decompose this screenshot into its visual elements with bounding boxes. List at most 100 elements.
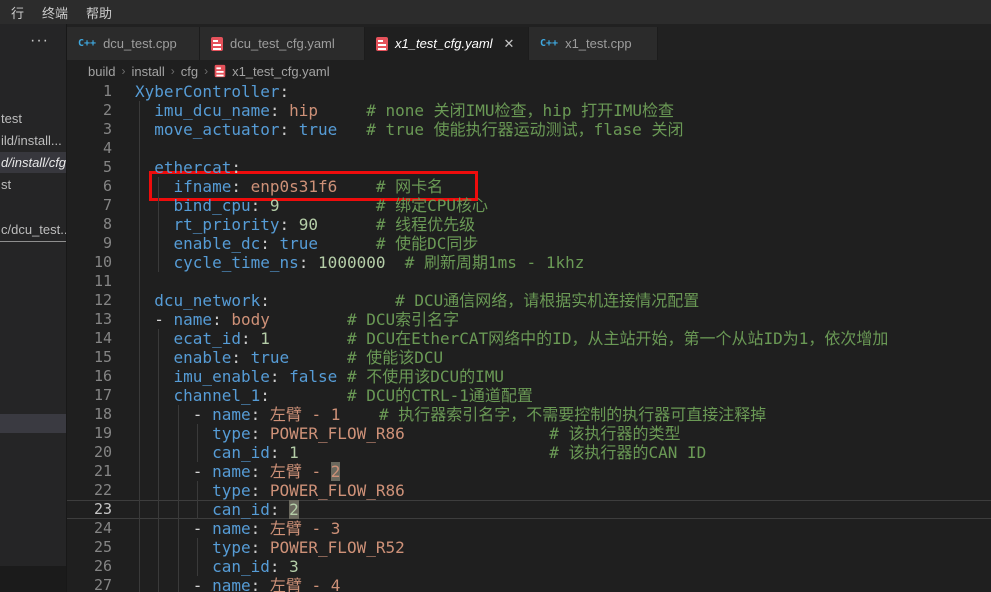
code-line[interactable]: 20 can_id: 1 # 该执行器的CAN ID xyxy=(67,443,991,462)
breadcrumb-item-cfg[interactable]: cfg xyxy=(181,64,198,79)
code-line[interactable]: 18 - name: 左臂 - 1 # 执行器索引名字，不需要控制的执行器可直接… xyxy=(67,405,991,424)
code-text[interactable]: - name: 左臂 - 4 xyxy=(135,576,991,592)
code-line[interactable]: 21 - name: 左臂 - 2 xyxy=(67,462,991,481)
code-line[interactable]: 25 type: POWER_FLOW_R52 xyxy=(67,538,991,557)
code-line[interactable]: 17 channel_1: # DCU的CTRL-1通道配置 xyxy=(67,386,991,405)
indent-guide xyxy=(139,500,140,519)
code-text[interactable] xyxy=(135,272,991,291)
code-text[interactable]: - name: body # DCU索引名字 xyxy=(135,310,991,329)
indent-guide xyxy=(139,348,140,367)
code-text[interactable]: can_id: 3 xyxy=(135,557,991,576)
yaml-file-icon xyxy=(211,37,223,51)
sidebar-item[interactable]: test xyxy=(0,108,66,129)
code-line[interactable]: 22 type: POWER_FLOW_R86 xyxy=(67,481,991,500)
indent-guide xyxy=(158,329,159,348)
code-editor[interactable]: 1XyberController:2 imu_dcu_name: hip # n… xyxy=(67,82,991,592)
code-text[interactable]: move_actuator: true # true 使能执行器运动测试，fla… xyxy=(135,120,991,139)
line-number: 25 xyxy=(67,538,135,557)
sidebar-item[interactable]: ild/install... xyxy=(0,130,66,151)
close-icon[interactable]: ✕ xyxy=(504,36,515,52)
line-number: 10 xyxy=(67,253,135,272)
indent-guide xyxy=(139,101,140,120)
breadcrumb-item-install[interactable]: install xyxy=(131,64,164,79)
code-line[interactable]: 14 ecat_id: 1 # DCU在EtherCAT网络中的ID，从主站开始… xyxy=(67,329,991,348)
code-line[interactable]: 19 type: POWER_FLOW_R86 # 该执行器的类型 xyxy=(67,424,991,443)
indent-guide xyxy=(197,557,198,576)
indent-guide xyxy=(158,386,159,405)
code-line[interactable]: 9 enable_dc: true # 使能DC同步 xyxy=(67,234,991,253)
tab-dcu_test_cfg.yaml[interactable]: dcu_test_cfg.yaml xyxy=(200,27,365,60)
line-number: 5 xyxy=(67,158,135,177)
menu-item-行[interactable]: 行 xyxy=(2,1,33,24)
code-line[interactable]: 4 xyxy=(67,139,991,158)
more-actions-button[interactable]: ··· xyxy=(30,32,49,50)
code-line[interactable]: 6 ifname: enp0s31f6 # 网卡名 xyxy=(67,177,991,196)
code-line[interactable]: 2 imu_dcu_name: hip # none 关闭IMU检查，hip 打… xyxy=(67,101,991,120)
code-text[interactable]: ifname: enp0s31f6 # 网卡名 xyxy=(135,177,991,196)
tab-x1_test_cfg.yaml[interactable]: x1_test_cfg.yaml✕ xyxy=(365,27,529,60)
code-line[interactable]: 8 rt_priority: 90 # 线程优先级 xyxy=(67,215,991,234)
indent-guide xyxy=(178,405,179,424)
code-line[interactable]: 13 - name: body # DCU索引名字 xyxy=(67,310,991,329)
code-text[interactable]: bind_cpu: 9 # 绑定CPU核心 xyxy=(135,196,991,215)
line-number: 17 xyxy=(67,386,135,405)
code-text[interactable]: channel_1: # DCU的CTRL-1通道配置 xyxy=(135,386,991,405)
code-line[interactable]: 16 imu_enable: false # 不使用该DCU的IMU xyxy=(67,367,991,386)
code-text[interactable]: dcu_network: # DCU通信网络，请根据实机连接情况配置 xyxy=(135,291,991,310)
code-line[interactable]: 26 can_id: 3 xyxy=(67,557,991,576)
sidebar-bottom-panel xyxy=(0,566,66,592)
code-text[interactable]: enable: true # 使能该DCU xyxy=(135,348,991,367)
code-line[interactable]: 27 - name: 左臂 - 4 xyxy=(67,576,991,592)
code-line[interactable]: 1XyberController: xyxy=(67,82,991,101)
line-number: 22 xyxy=(67,481,135,500)
sidebar-item[interactable]: st xyxy=(0,174,66,195)
code-line[interactable]: 24 - name: 左臂 - 3 xyxy=(67,519,991,538)
code-text[interactable]: ecat_id: 1 # DCU在EtherCAT网络中的ID，从主站开始，第一… xyxy=(135,329,991,348)
indent-guide xyxy=(139,215,140,234)
code-text[interactable]: cycle_time_ns: 1000000 # 刷新周期1ms - 1khz xyxy=(135,253,991,272)
indent-guide xyxy=(139,576,140,592)
code-text[interactable]: XyberController: xyxy=(135,82,991,101)
code-text[interactable]: can_id: 1 # 该执行器的CAN ID xyxy=(135,443,991,462)
code-line[interactable]: 15 enable: true # 使能该DCU xyxy=(67,348,991,367)
sidebar-item-selected[interactable]: d/install/cfg xyxy=(0,152,66,173)
code-text[interactable]: type: POWER_FLOW_R52 xyxy=(135,538,991,557)
code-text[interactable]: rt_priority: 90 # 线程优先级 xyxy=(135,215,991,234)
indent-guide xyxy=(158,519,159,538)
code-text[interactable]: - name: 左臂 - 2 xyxy=(135,462,991,481)
code-text[interactable]: - name: 左臂 - 3 xyxy=(135,519,991,538)
line-number: 8 xyxy=(67,215,135,234)
line-number: 11 xyxy=(67,272,135,291)
code-line[interactable]: 10 cycle_time_ns: 1000000 # 刷新周期1ms - 1k… xyxy=(67,253,991,272)
menu-item-帮助[interactable]: 帮助 xyxy=(77,1,121,24)
menu-item-终端[interactable]: 终端 xyxy=(33,1,77,24)
code-text[interactable]: enable_dc: true # 使能DC同步 xyxy=(135,234,991,253)
code-line[interactable]: 3 move_actuator: true # true 使能执行器运动测试，f… xyxy=(67,120,991,139)
breadcrumb-file[interactable]: x1_test_cfg.yaml xyxy=(232,64,330,79)
indent-guide xyxy=(197,443,198,462)
indent-guide xyxy=(178,576,179,592)
sidebar-selected-band[interactable] xyxy=(0,414,66,433)
code-line[interactable]: 7 bind_cpu: 9 # 绑定CPU核心 xyxy=(67,196,991,215)
breadcrumb-item-build[interactable]: build xyxy=(88,64,115,79)
code-text[interactable]: - name: 左臂 - 1 # 执行器索引名字，不需要控制的执行器可直接注释掉 xyxy=(135,405,991,424)
code-line[interactable]: 23 can_id: 2 xyxy=(67,500,991,519)
sidebar-item[interactable]: c/dcu_test... xyxy=(0,219,66,242)
code-line[interactable]: 12 dcu_network: # DCU通信网络，请根据实机连接情况配置 xyxy=(67,291,991,310)
breadcrumb[interactable]: build›install›cfg›x1_test_cfg.yaml xyxy=(67,60,991,82)
tab-label: dcu_test_cfg.yaml xyxy=(230,36,335,51)
code-text[interactable]: type: POWER_FLOW_R86 # 该执行器的类型 xyxy=(135,424,991,443)
code-text[interactable]: can_id: 2 xyxy=(135,500,991,519)
code-text[interactable]: type: POWER_FLOW_R86 xyxy=(135,481,991,500)
indent-guide xyxy=(158,196,159,215)
code-text[interactable]: imu_dcu_name: hip # none 关闭IMU检查，hip 打开I… xyxy=(135,101,991,120)
code-text[interactable]: ethercat: xyxy=(135,158,991,177)
code-line[interactable]: 11 xyxy=(67,272,991,291)
line-number: 13 xyxy=(67,310,135,329)
tab-dcu_test.cpp[interactable]: C++dcu_test.cpp xyxy=(67,27,200,60)
code-text[interactable]: imu_enable: false # 不使用该DCU的IMU xyxy=(135,367,991,386)
tab-x1_test.cpp[interactable]: C++x1_test.cpp xyxy=(529,27,658,60)
yaml-file-icon xyxy=(215,65,226,78)
code-line[interactable]: 5 ethercat: xyxy=(67,158,991,177)
code-text[interactable] xyxy=(135,139,991,158)
